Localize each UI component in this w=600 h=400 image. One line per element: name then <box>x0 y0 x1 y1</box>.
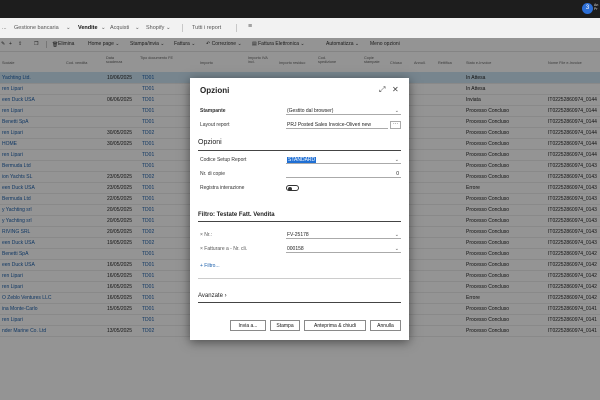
section-divider <box>198 302 401 303</box>
chevron-down-icon: ⌄ <box>394 108 399 114</box>
copies-value: 0 <box>396 171 399 177</box>
user-company: Pr <box>594 7 598 11</box>
filter-no-value: FV-25178 <box>287 232 309 238</box>
chevron-right-icon: › <box>224 293 227 299</box>
printer-select[interactable]: (Gestito dal browser) ⌄ <box>286 107 401 115</box>
nav-item-shopify[interactable]: Shopify <box>146 25 164 31</box>
chevron-down-icon: ⌄ <box>394 246 399 252</box>
send-to-button[interactable]: Invia a... <box>230 320 266 331</box>
filter-no-label[interactable]: × Nr.: <box>200 232 212 238</box>
copies-label: Nr. di copie <box>200 171 226 177</box>
nav-item-banking[interactable]: Gestione bancaria <box>14 25 59 31</box>
options-dialog: Opzioni ⤢ ✕ Stampante (Gestito dal brows… <box>190 78 409 340</box>
section-options-title[interactable]: Opzioni <box>198 139 222 146</box>
nav-divider <box>182 24 183 32</box>
app-top-bar: 3 An Pr <box>0 0 600 18</box>
filter-billto-label[interactable]: × Fatturare a - Nr. cli. <box>200 246 247 252</box>
chevron-down-icon[interactable]: ⌄ <box>66 25 71 31</box>
nav-divider <box>236 24 237 32</box>
advanced-label: Avanzate <box>198 293 223 299</box>
filter-billto-input[interactable]: 000158 ⌄ <box>286 245 401 253</box>
hamburger-icon[interactable]: ≡ <box>248 23 252 30</box>
chevron-down-icon[interactable]: ⌄ <box>166 25 171 31</box>
section-divider <box>198 278 401 279</box>
printer-label: Stampante <box>200 108 226 114</box>
log-interaction-toggle[interactable] <box>286 185 299 191</box>
print-button[interactable]: Stampa <box>270 320 300 331</box>
copies-input[interactable]: 0 <box>286 170 401 178</box>
navigation-bar: ... Gestione bancaria ⌄ Vendite ⌄ Acquis… <box>0 18 600 39</box>
report-setup-select[interactable]: STANDARD ⌄ <box>286 156 401 164</box>
report-setup-label: Codice Setup Report <box>200 157 247 163</box>
section-divider <box>198 150 401 151</box>
expand-icon[interactable]: ⤢ <box>379 85 385 95</box>
user-info: An Pr <box>594 3 598 11</box>
report-setup-value: STANDARD <box>287 157 317 163</box>
toggle-knob <box>288 186 292 191</box>
chevron-down-icon[interactable]: ⌄ <box>135 25 140 31</box>
printer-value: (Gestito dal browser) <box>287 108 334 114</box>
cancel-button[interactable]: Annulla <box>370 320 401 331</box>
section-filter-title[interactable]: Filtro: Testate Fatt. Vendita <box>198 212 275 218</box>
layout-label: Layout report <box>200 122 230 128</box>
chevron-down-icon: ⌄ <box>394 232 399 238</box>
dialog-title: Opzioni <box>200 86 230 95</box>
preview-close-button[interactable]: Anteprima & chiudi <box>304 320 366 331</box>
user-avatar[interactable]: 3 <box>582 3 593 14</box>
close-icon[interactable]: ✕ <box>392 85 399 94</box>
nav-item-sales[interactable]: Vendite <box>78 25 98 31</box>
layout-field[interactable]: PRJ Posted Sales Invoice-Oliveri new <box>286 121 388 129</box>
filter-billto-value: 000158 <box>287 246 304 252</box>
layout-lookup-button[interactable]: ··· <box>390 121 401 129</box>
nav-item-purchases[interactable]: Acquisti <box>110 25 129 31</box>
nav-item-more[interactable]: ... <box>2 25 7 31</box>
section-advanced-title[interactable]: Avanzate › <box>198 293 227 299</box>
chevron-down-icon[interactable]: ⌄ <box>101 25 106 31</box>
filter-no-input[interactable]: FV-25178 ⌄ <box>286 231 401 239</box>
add-filter-link[interactable]: + Filtro... <box>200 263 220 269</box>
log-interaction-label: Registra interazione <box>200 185 245 191</box>
chevron-down-icon: ⌄ <box>394 157 399 163</box>
nav-item-all-reports[interactable]: Tutti i report <box>192 25 221 31</box>
layout-value: PRJ Posted Sales Invoice-Oliveri new <box>287 122 371 128</box>
section-divider <box>198 221 401 222</box>
